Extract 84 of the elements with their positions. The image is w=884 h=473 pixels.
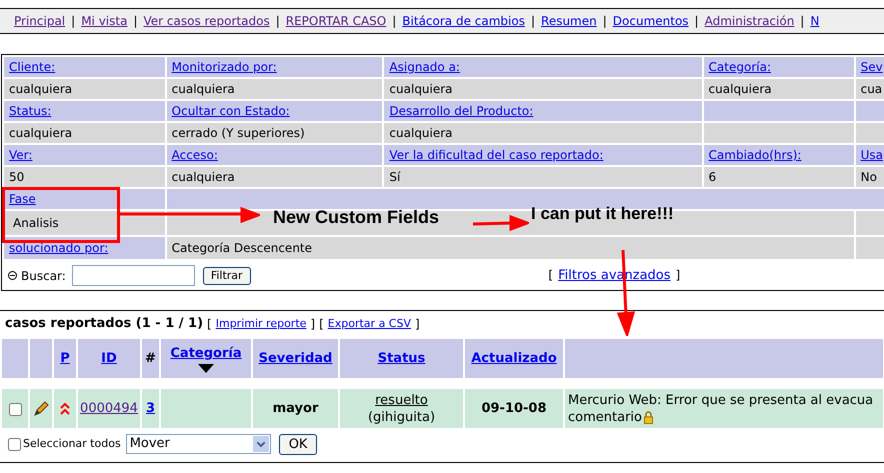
nav-link[interactable]: Documentos bbox=[612, 12, 689, 30]
notes-count-link[interactable]: 3 bbox=[146, 400, 156, 416]
filter-value: Sí bbox=[383, 166, 703, 188]
filter-link[interactable]: solucionado por: bbox=[9, 241, 108, 255]
sort-link[interactable]: Severidad bbox=[258, 348, 332, 368]
filter-link[interactable]: Fase bbox=[9, 192, 36, 206]
filter-value: cualquiera bbox=[3, 122, 166, 144]
bracket: ] bbox=[415, 316, 420, 333]
status-text: resuelto bbox=[375, 392, 428, 408]
ok-button[interactable]: OK bbox=[278, 434, 318, 454]
filter-value: cualquiera bbox=[702, 78, 855, 100]
filter-link[interactable]: Sev bbox=[860, 60, 883, 74]
filter-link[interactable]: Ocultar con Estado: bbox=[172, 104, 290, 118]
row-checkbox[interactable] bbox=[8, 402, 22, 416]
pencil-icon[interactable] bbox=[33, 401, 49, 418]
severity-cell: mayor bbox=[252, 388, 339, 429]
filter-value: cualquiera bbox=[383, 122, 703, 144]
nav-link[interactable]: Bitácora de cambios bbox=[402, 12, 525, 30]
bracket: [ bbox=[207, 316, 212, 333]
filter-link[interactable]: Usa bbox=[860, 148, 883, 162]
updated-cell: 09-10-08 bbox=[464, 388, 564, 429]
filter-value: cerrado (Y superiores) bbox=[166, 122, 384, 144]
annotation-text: New Custom Fields bbox=[273, 206, 440, 229]
select-all-checkbox[interactable] bbox=[8, 438, 21, 450]
toolbar-link[interactable]: Exportar a CSV bbox=[328, 316, 411, 332]
filter-value: 50 bbox=[3, 166, 166, 188]
filter-value: cualquiera bbox=[166, 78, 384, 100]
filter-link[interactable]: Status: bbox=[9, 104, 52, 118]
filter-link[interactable]: Cliente: bbox=[9, 60, 56, 74]
filter-link[interactable]: Ver la dificultad del caso reportado: bbox=[389, 148, 604, 162]
separator: | bbox=[602, 13, 607, 30]
nav-link[interactable]: Ver casos reportados bbox=[143, 12, 270, 30]
collapse-icon[interactable] bbox=[8, 271, 17, 280]
separator: | bbox=[71, 13, 76, 30]
bracket: ] bbox=[676, 268, 680, 282]
filter-button[interactable]: Filtrar bbox=[202, 266, 251, 284]
filter-link[interactable]: Asignado a: bbox=[389, 60, 460, 74]
sort-link[interactable]: Categoría bbox=[170, 344, 242, 364]
padlock-icon bbox=[644, 410, 653, 424]
filter-link[interactable]: Monitorizado por: bbox=[172, 60, 277, 74]
filter-value: cualquiera bbox=[383, 78, 703, 100]
double-chevron-up-icon bbox=[60, 403, 70, 416]
nav-link[interactable]: Resumen bbox=[541, 12, 597, 30]
separator: | bbox=[800, 13, 804, 30]
filter-value: 6 bbox=[702, 166, 855, 188]
separator: | bbox=[133, 13, 138, 30]
sort-link[interactable]: Actualizado bbox=[471, 348, 557, 368]
summary-text: comentario bbox=[568, 408, 642, 426]
filter-link[interactable]: Cambiado(hrs): bbox=[708, 148, 802, 162]
bracket: ] bbox=[310, 316, 316, 333]
nav-link[interactable]: REPORTAR CASO bbox=[286, 12, 386, 30]
toolbar-link[interactable]: Imprimir reporte bbox=[216, 316, 306, 332]
search-field[interactable] bbox=[72, 265, 195, 286]
filter-link[interactable]: Desarrollo del Producto: bbox=[389, 104, 534, 118]
separator: | bbox=[276, 13, 280, 30]
filter-value: cualquiera bbox=[3, 78, 166, 100]
annotation-text: I can put it here!!! bbox=[531, 203, 674, 225]
results-title: casos reportados (1 - 1 / 1) bbox=[5, 315, 204, 334]
sort-link[interactable]: ID bbox=[101, 348, 117, 368]
chevron-down-icon bbox=[256, 442, 265, 446]
bracket: [ bbox=[548, 268, 554, 282]
nav-link[interactable]: Mi vista bbox=[81, 12, 128, 30]
filter-value: cualquiera bbox=[166, 166, 384, 188]
handler-text: (gihiguita) bbox=[368, 408, 436, 426]
separator: | bbox=[392, 13, 396, 30]
column-label: # bbox=[145, 350, 156, 368]
bracket: [ bbox=[319, 316, 324, 333]
nav-link[interactable]: N bbox=[810, 12, 820, 30]
filter-value: Categoría Descencente bbox=[166, 236, 855, 260]
action-dropdown[interactable]: Mover bbox=[126, 434, 271, 454]
filter-link[interactable]: Categoría: bbox=[708, 60, 771, 74]
separator: | bbox=[694, 13, 699, 30]
sort-link[interactable]: P bbox=[60, 348, 70, 368]
nav-link[interactable]: Administración bbox=[704, 12, 794, 30]
nav-link[interactable]: Principal bbox=[14, 12, 66, 30]
filter-link[interactable]: Ver: bbox=[9, 148, 32, 162]
select-all-label: Seleccionar todos bbox=[23, 436, 121, 452]
filter-link[interactable]: Acceso: bbox=[172, 148, 218, 162]
search-label: Buscar: bbox=[21, 268, 66, 284]
sort-link[interactable]: Status bbox=[378, 348, 426, 368]
arrow bbox=[473, 215, 529, 231]
summary-text: Mercurio Web: Error que se presenta al evacua bbox=[568, 392, 874, 408]
sort-down-icon bbox=[198, 364, 214, 373]
separator: | bbox=[530, 13, 536, 30]
